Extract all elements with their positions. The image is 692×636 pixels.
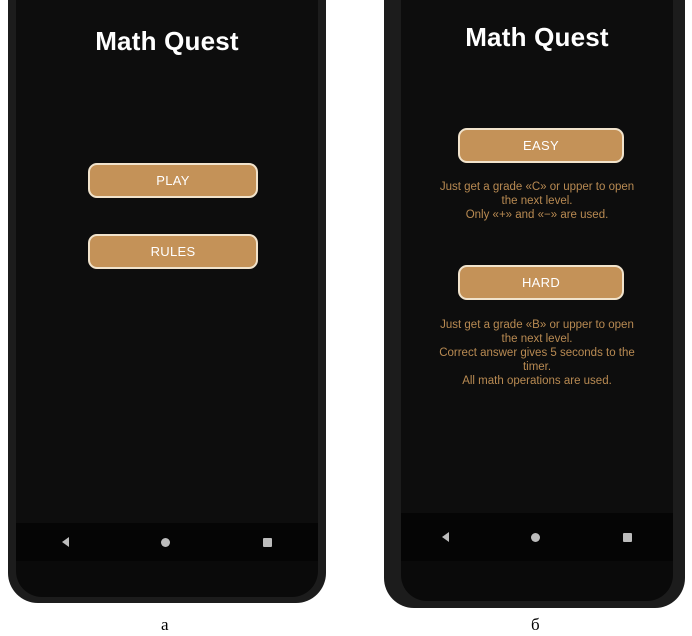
- home-icon[interactable]: [531, 532, 541, 542]
- hard-button[interactable]: HARD: [458, 265, 624, 300]
- phone-a: Math Quest PLAY RULES: [8, 0, 326, 603]
- phone-bezel: [401, 561, 673, 601]
- figure-caption-b: б: [531, 615, 540, 634]
- description-line: Just get a grade «C» or upper to open: [439, 181, 635, 193]
- figure-caption-a: а: [161, 615, 169, 634]
- description-line: the next level.: [501, 333, 573, 345]
- recent-apps-icon[interactable]: [622, 532, 632, 542]
- recent-apps-icon[interactable]: [262, 537, 272, 547]
- easy-button[interactable]: EASY: [458, 128, 624, 163]
- app-screen: Math Quest PLAY RULES: [16, 0, 318, 523]
- description-line: All math operations are used.: [462, 375, 612, 387]
- page-title: Math Quest: [95, 26, 239, 56]
- description-line: timer.: [522, 361, 552, 373]
- phone-b: Math Quest EASY Just get a grade «C» or …: [384, 0, 685, 608]
- easy-description: Just get a grade «C» or upper to open th…: [401, 180, 673, 222]
- description-line: Correct answer gives 5 seconds to the: [439, 347, 635, 359]
- play-button[interactable]: PLAY: [88, 163, 258, 198]
- description-line: the next level.: [501, 195, 573, 207]
- rules-button[interactable]: RULES: [88, 234, 258, 269]
- description-line: Only «+» and «−» are used.: [465, 209, 609, 221]
- navigation-bar: [401, 513, 673, 561]
- back-icon[interactable]: [442, 532, 450, 542]
- navigation-bar: [16, 523, 318, 561]
- back-icon[interactable]: [62, 537, 70, 547]
- home-icon[interactable]: [161, 537, 171, 547]
- phone-bezel: [16, 561, 318, 597]
- page-title: Math Quest: [465, 22, 609, 52]
- description-line: Just get a grade «B» or upper to open: [440, 319, 634, 331]
- hard-description: Just get a grade «B» or upper to open th…: [401, 318, 673, 388]
- app-screen: Math Quest EASY Just get a grade «C» or …: [401, 0, 673, 513]
